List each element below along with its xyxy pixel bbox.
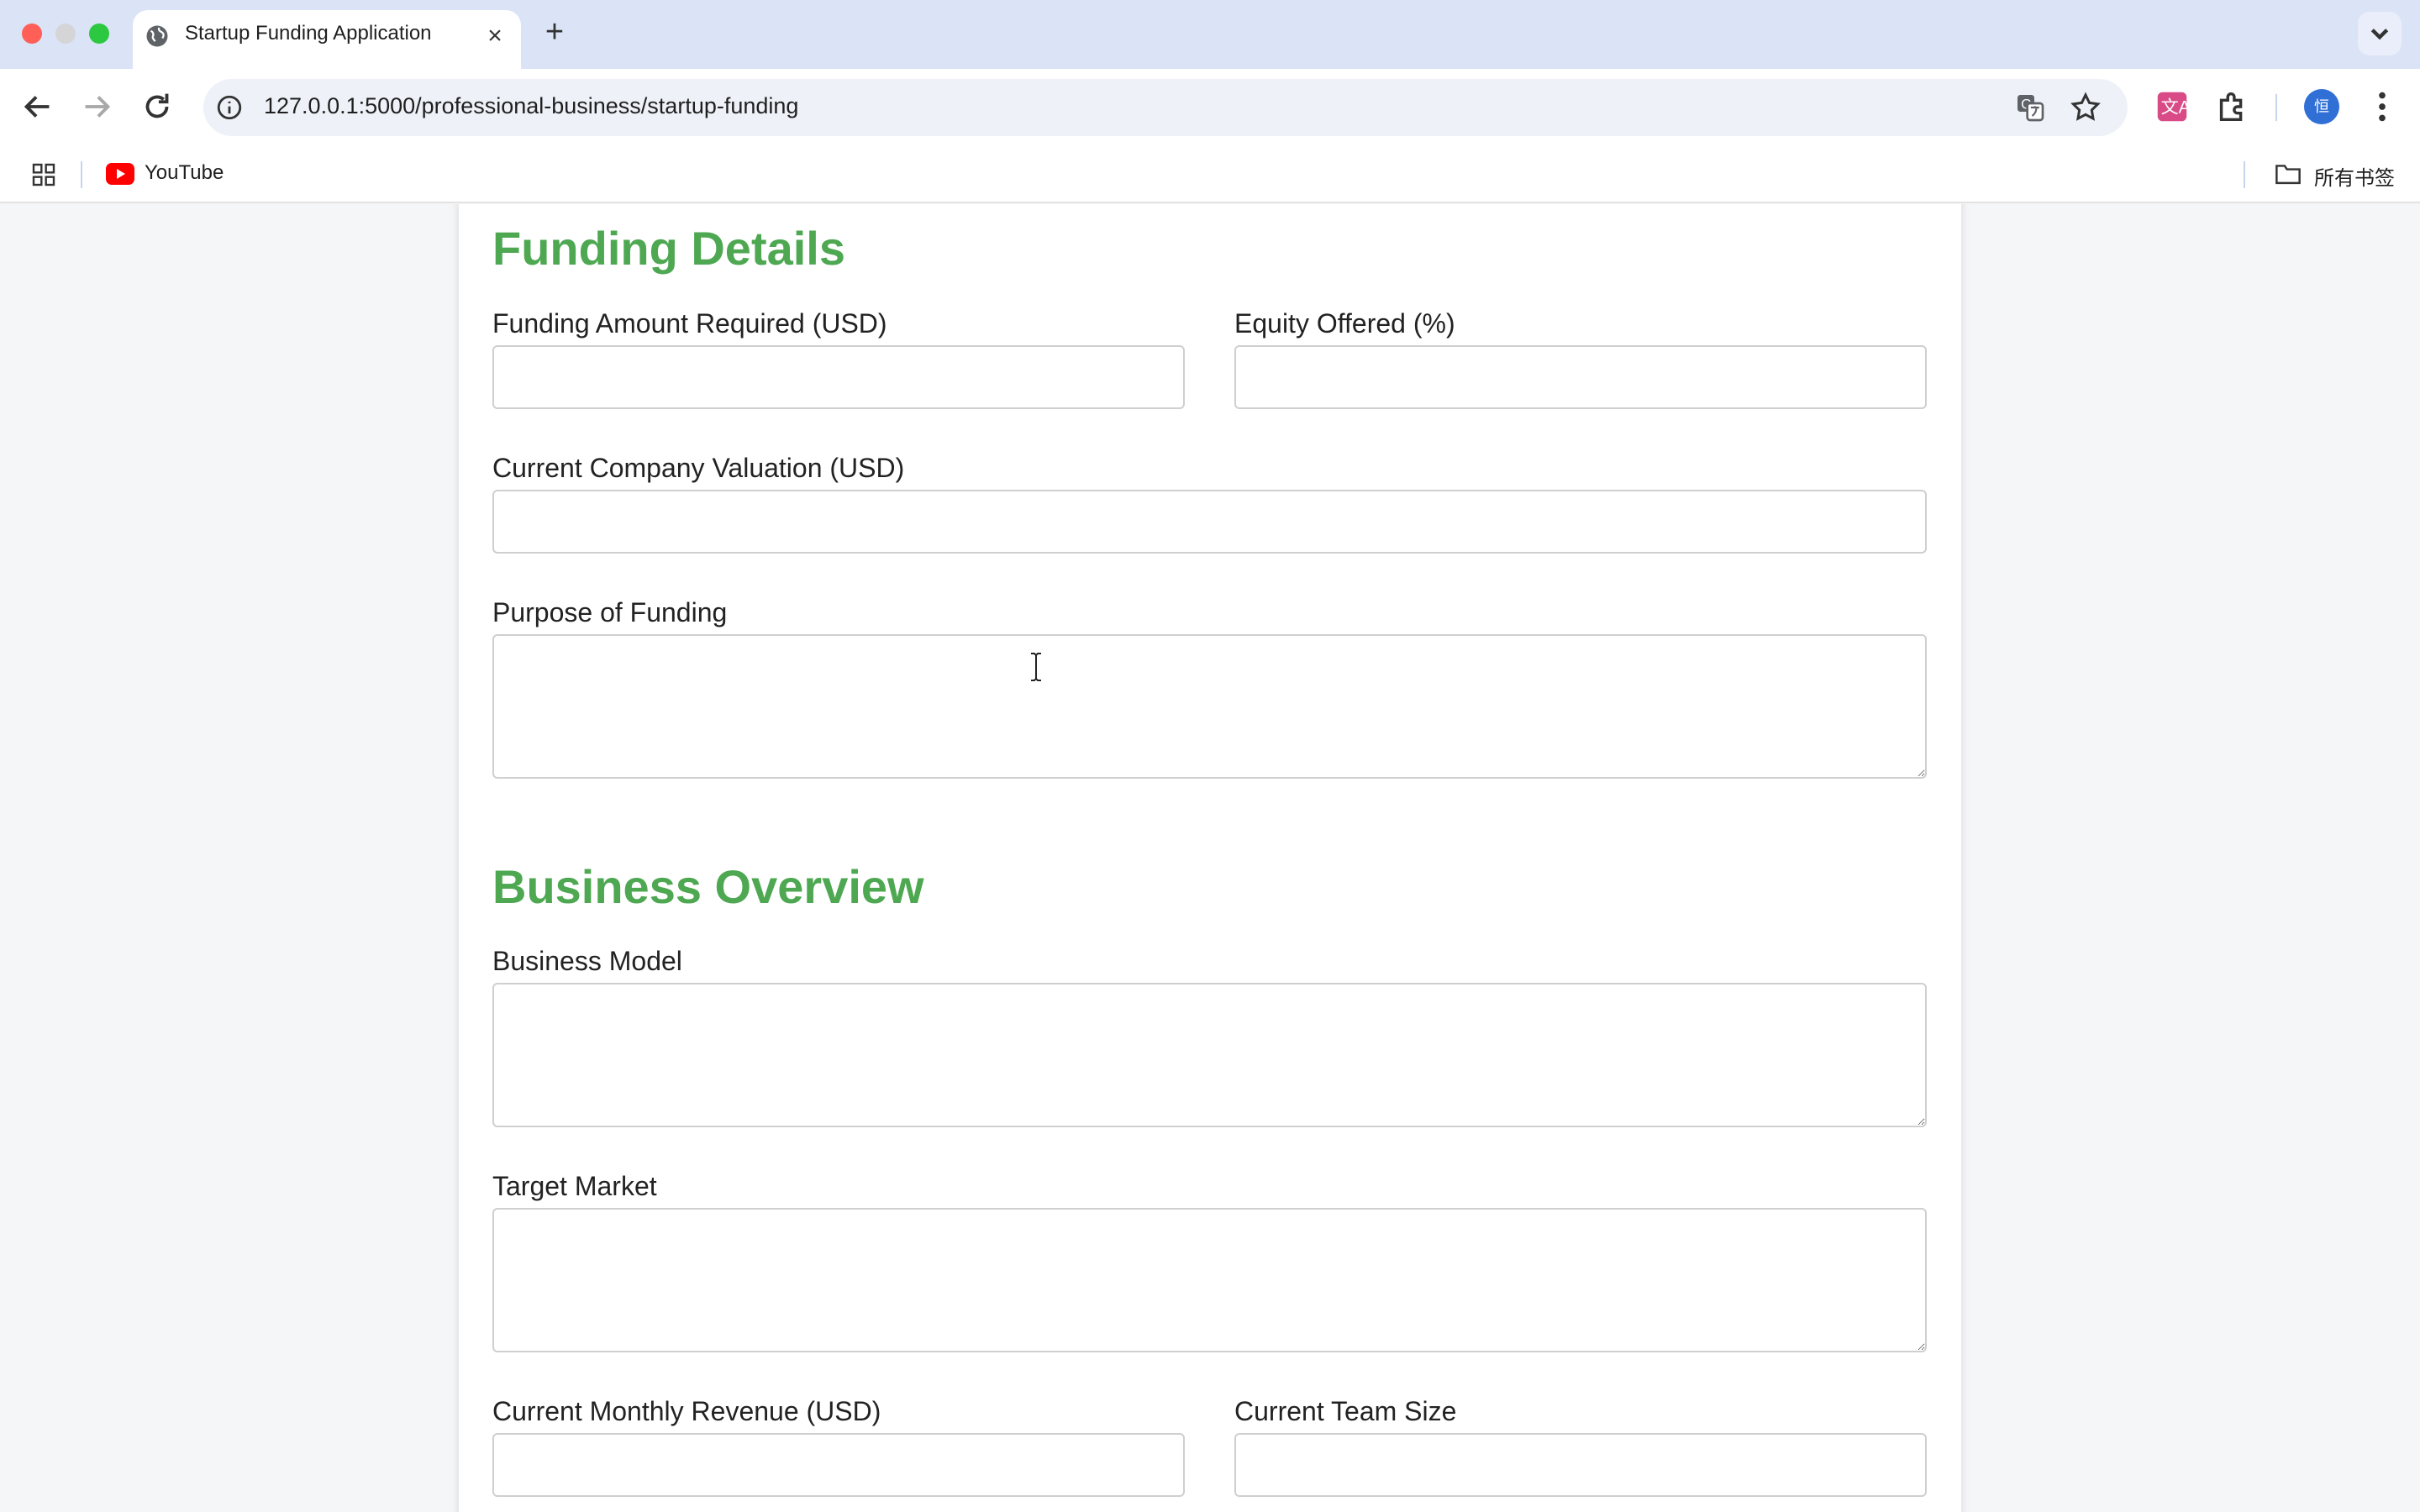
- business-model-textarea[interactable]: [492, 983, 1927, 1127]
- site-info-icon[interactable]: [215, 93, 244, 122]
- svg-text:文A: 文A: [2161, 97, 2191, 118]
- youtube-icon[interactable]: [106, 163, 134, 185]
- funding-details-heading: Funding Details: [492, 222, 845, 275]
- monthly-revenue-input[interactable]: [492, 1433, 1185, 1497]
- business-overview-heading: Business Overview: [492, 860, 924, 913]
- active-tab[interactable]: Startup Funding Application ×: [133, 10, 521, 69]
- team-size-input[interactable]: [1234, 1433, 1927, 1497]
- chevron-down-icon: [2370, 29, 2389, 40]
- toolbar-divider: [2275, 94, 2277, 121]
- profile-avatar[interactable]: 恒: [2304, 89, 2339, 124]
- globe-icon: [146, 25, 168, 47]
- reload-icon[interactable]: [138, 87, 176, 126]
- back-arrow-icon[interactable]: [18, 87, 57, 126]
- text-cursor-icon: [1031, 653, 1041, 681]
- bookmarks-divider-right: [2244, 161, 2245, 188]
- tab-search-button[interactable]: [2358, 12, 2402, 55]
- company-valuation-label: Current Company Valuation (USD): [492, 453, 905, 483]
- close-window-button[interactable]: [22, 24, 42, 44]
- bookmarks-divider: [81, 161, 82, 188]
- extensions-puzzle-icon[interactable]: [2213, 87, 2252, 126]
- url-text: 127.0.0.1:5000/professional-business/sta…: [264, 93, 799, 118]
- monthly-revenue-label: Current Monthly Revenue (USD): [492, 1396, 881, 1426]
- browser-tab-strip: Startup Funding Application × +: [0, 0, 2420, 69]
- minimize-window-button[interactable]: [55, 24, 76, 44]
- funding-amount-label: Funding Amount Required (USD): [492, 308, 887, 339]
- target-market-label: Target Market: [492, 1171, 657, 1201]
- application-form-card: Funding Details Funding Amount Required …: [459, 204, 1961, 1512]
- extension-translate-icon[interactable]: 文A: [2153, 87, 2191, 126]
- address-bar[interactable]: 127.0.0.1:5000/professional-business/sta…: [203, 79, 2128, 136]
- new-tab-button[interactable]: +: [538, 15, 571, 49]
- equity-offered-label: Equity Offered (%): [1234, 308, 1455, 339]
- equity-offered-input[interactable]: [1234, 345, 1927, 409]
- more-menu-icon[interactable]: [2363, 87, 2402, 126]
- purpose-of-funding-label: Purpose of Funding: [492, 597, 728, 627]
- page-viewport: Funding Details Funding Amount Required …: [0, 204, 2420, 1512]
- company-valuation-input[interactable]: [492, 490, 1927, 554]
- all-bookmarks-link[interactable]: 所有书签: [2314, 161, 2395, 191]
- funding-amount-input[interactable]: [492, 345, 1185, 409]
- close-tab-icon[interactable]: ×: [481, 22, 509, 50]
- team-size-label: Current Team Size: [1234, 1396, 1457, 1426]
- translate-icon[interactable]: G: [2013, 91, 2047, 124]
- target-market-textarea[interactable]: [492, 1208, 1927, 1352]
- bookmark-star-icon[interactable]: [2069, 91, 2102, 124]
- tab-title: Startup Funding Application: [185, 22, 432, 45]
- apps-grid-icon[interactable]: [30, 161, 57, 188]
- purpose-of-funding-textarea[interactable]: [492, 634, 1927, 779]
- folder-icon[interactable]: [2274, 161, 2302, 186]
- maximize-window-button[interactable]: [89, 24, 109, 44]
- bookmark-youtube[interactable]: YouTube: [145, 161, 224, 185]
- forward-arrow-icon[interactable]: [77, 87, 116, 126]
- browser-toolbar: 127.0.0.1:5000/professional-business/sta…: [0, 69, 2420, 146]
- bookmarks-bar: YouTube 所有书签: [0, 146, 2420, 203]
- business-model-label: Business Model: [492, 946, 682, 976]
